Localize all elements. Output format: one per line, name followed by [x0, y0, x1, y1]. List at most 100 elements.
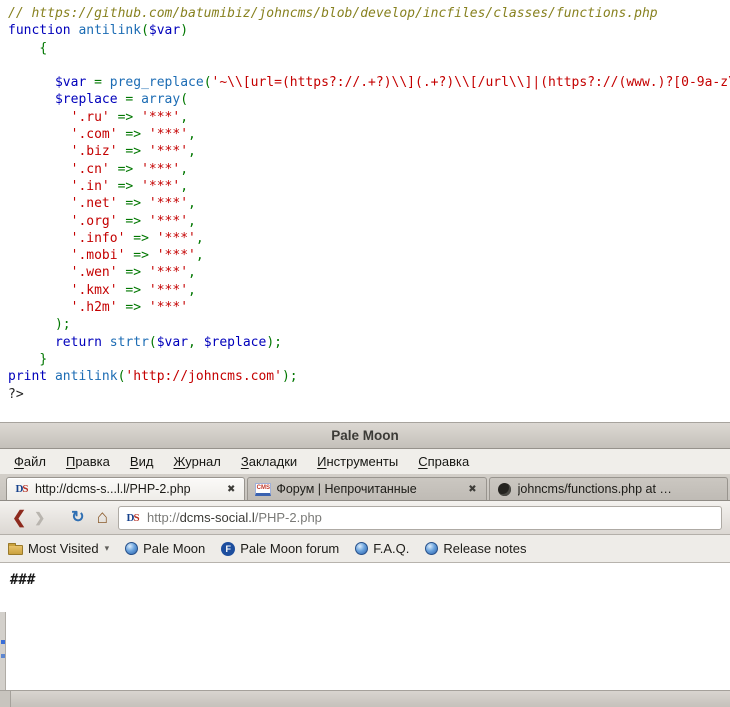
code-token: '***' — [141, 162, 180, 177]
code-token — [149, 231, 157, 246]
code-token: => — [133, 248, 149, 263]
code-token: array — [141, 92, 180, 107]
code-token — [141, 214, 149, 229]
code-token — [47, 369, 55, 384]
code-token: $var — [149, 23, 180, 38]
reload-button[interactable]: ↻ — [71, 510, 84, 526]
code-token — [102, 335, 110, 350]
bookmark-release-notes[interactable]: Release notes — [425, 541, 526, 556]
code-token: => — [125, 144, 141, 159]
bookmark-pale-moon[interactable]: Pale Moon — [125, 541, 205, 556]
code-token: ); — [55, 317, 71, 332]
code-token: , — [188, 283, 196, 298]
code-token — [8, 317, 55, 332]
code-token: '.wen' — [71, 265, 118, 280]
code-token — [8, 248, 71, 263]
code-token: ( — [180, 92, 188, 107]
code-token: => — [125, 265, 141, 280]
tab-title: Форум | Непрочитанные — [276, 482, 461, 496]
code-token: , — [180, 179, 188, 194]
code-token: => — [125, 300, 141, 315]
code-token: antilink — [78, 23, 141, 38]
code-token — [110, 179, 118, 194]
code-token: ?> — [8, 387, 24, 402]
code-token: '***' — [149, 214, 188, 229]
code-line: '.cn' => '***', — [8, 161, 730, 178]
menu-bar: ФайлПравкаВидЖурналЗакладкиИнструментыСп… — [0, 449, 730, 474]
tab-3[interactable]: johncms/functions.php at … — [489, 477, 728, 500]
code-token: print — [8, 369, 47, 384]
menu-file[interactable]: Файл — [4, 451, 56, 472]
code-token: '.mobi' — [71, 248, 126, 263]
code-token: '.biz' — [71, 144, 118, 159]
code-token: => — [125, 196, 141, 211]
code-token: } — [39, 352, 47, 367]
code-token: , — [188, 214, 196, 229]
code-line: function antilink($var) — [8, 22, 730, 39]
code-token: '.kmx' — [71, 283, 118, 298]
tab-title: http://dcms-s...l.l/PHP-2.php — [35, 482, 220, 496]
tab-close-icon[interactable]: ✖ — [466, 483, 478, 496]
palemoon-window: Pale Moon ФайлПравкаВидЖурналЗакладкиИнс… — [0, 422, 730, 707]
code-token — [8, 300, 71, 315]
code-token — [8, 214, 71, 229]
menu-tools[interactable]: Инструменты — [307, 451, 408, 472]
code-token — [8, 110, 71, 125]
bookmark-most-visited[interactable]: Most Visited▾ — [8, 541, 109, 556]
code-token — [8, 265, 71, 280]
menu-edit[interactable]: Правка — [56, 451, 120, 472]
code-token — [8, 196, 71, 211]
globe-icon — [125, 542, 138, 555]
code-token: , — [188, 335, 196, 350]
code-token: // https://github.com/batumibiz/johncms/… — [8, 6, 658, 21]
menu-history[interactable]: Журнал — [163, 451, 230, 472]
cms-favicon-icon: CMS — [255, 483, 271, 496]
code-token — [141, 196, 149, 211]
menu-view[interactable]: Вид — [120, 451, 164, 472]
code-token: '***' — [141, 179, 180, 194]
code-token: , — [188, 144, 196, 159]
code-token: => — [118, 162, 134, 177]
code-token: , — [188, 196, 196, 211]
code-token — [141, 144, 149, 159]
code-line: } — [8, 351, 730, 368]
code-token — [8, 179, 71, 194]
tab-close-icon[interactable]: ✖ — [225, 483, 237, 496]
code-token — [141, 300, 149, 315]
code-line: '.com' => '***', — [8, 126, 730, 143]
code-token: '.net' — [71, 196, 118, 211]
code-line: ?> — [8, 386, 730, 403]
back-button[interactable]: ❮ — [12, 509, 26, 526]
code-token: , — [188, 127, 196, 142]
php-source-view: // https://github.com/batumibiz/johncms/… — [0, 0, 730, 422]
code-token — [8, 127, 71, 142]
url-bar[interactable]: DS http://dcms-social.l/PHP-2.php — [118, 506, 722, 530]
home-button[interactable]: ⌂ — [97, 508, 108, 527]
code-line: // https://github.com/batumibiz/johncms/… — [8, 5, 730, 22]
forward-button[interactable]: ❯ — [34, 511, 45, 524]
code-token — [133, 179, 141, 194]
code-token — [133, 110, 141, 125]
menu-help[interactable]: Справка — [408, 451, 479, 472]
status-bar — [0, 690, 730, 707]
bookmark-label: Release notes — [443, 541, 526, 556]
tab-2[interactable]: CMS Форум | Непрочитанные ✖ — [247, 477, 486, 500]
url-domain: dcms-social.l — [180, 510, 255, 525]
code-token — [8, 144, 71, 159]
code-token: = — [94, 75, 102, 90]
bookmark-pale-moon-forum[interactable]: FPale Moon forum — [221, 541, 339, 556]
code-token: '.ru' — [71, 110, 110, 125]
tab-1[interactable]: DShttp://dcms-s...l.l/PHP-2.php✖ — [6, 477, 245, 500]
page-content: ### — [0, 563, 730, 690]
code-line: '.kmx' => '***', — [8, 282, 730, 299]
code-token: { — [39, 41, 47, 56]
bookmark-faq[interactable]: F.A.Q. — [355, 541, 409, 556]
window-titlebar[interactable]: Pale Moon — [0, 422, 730, 449]
code-token: , — [196, 231, 204, 246]
code-token — [141, 283, 149, 298]
code-token — [86, 75, 94, 90]
menu-bookmarks[interactable]: Закладки — [231, 451, 307, 472]
code-token: $replace — [204, 335, 267, 350]
code-token: , — [180, 110, 188, 125]
code-line: '.biz' => '***', — [8, 143, 730, 160]
